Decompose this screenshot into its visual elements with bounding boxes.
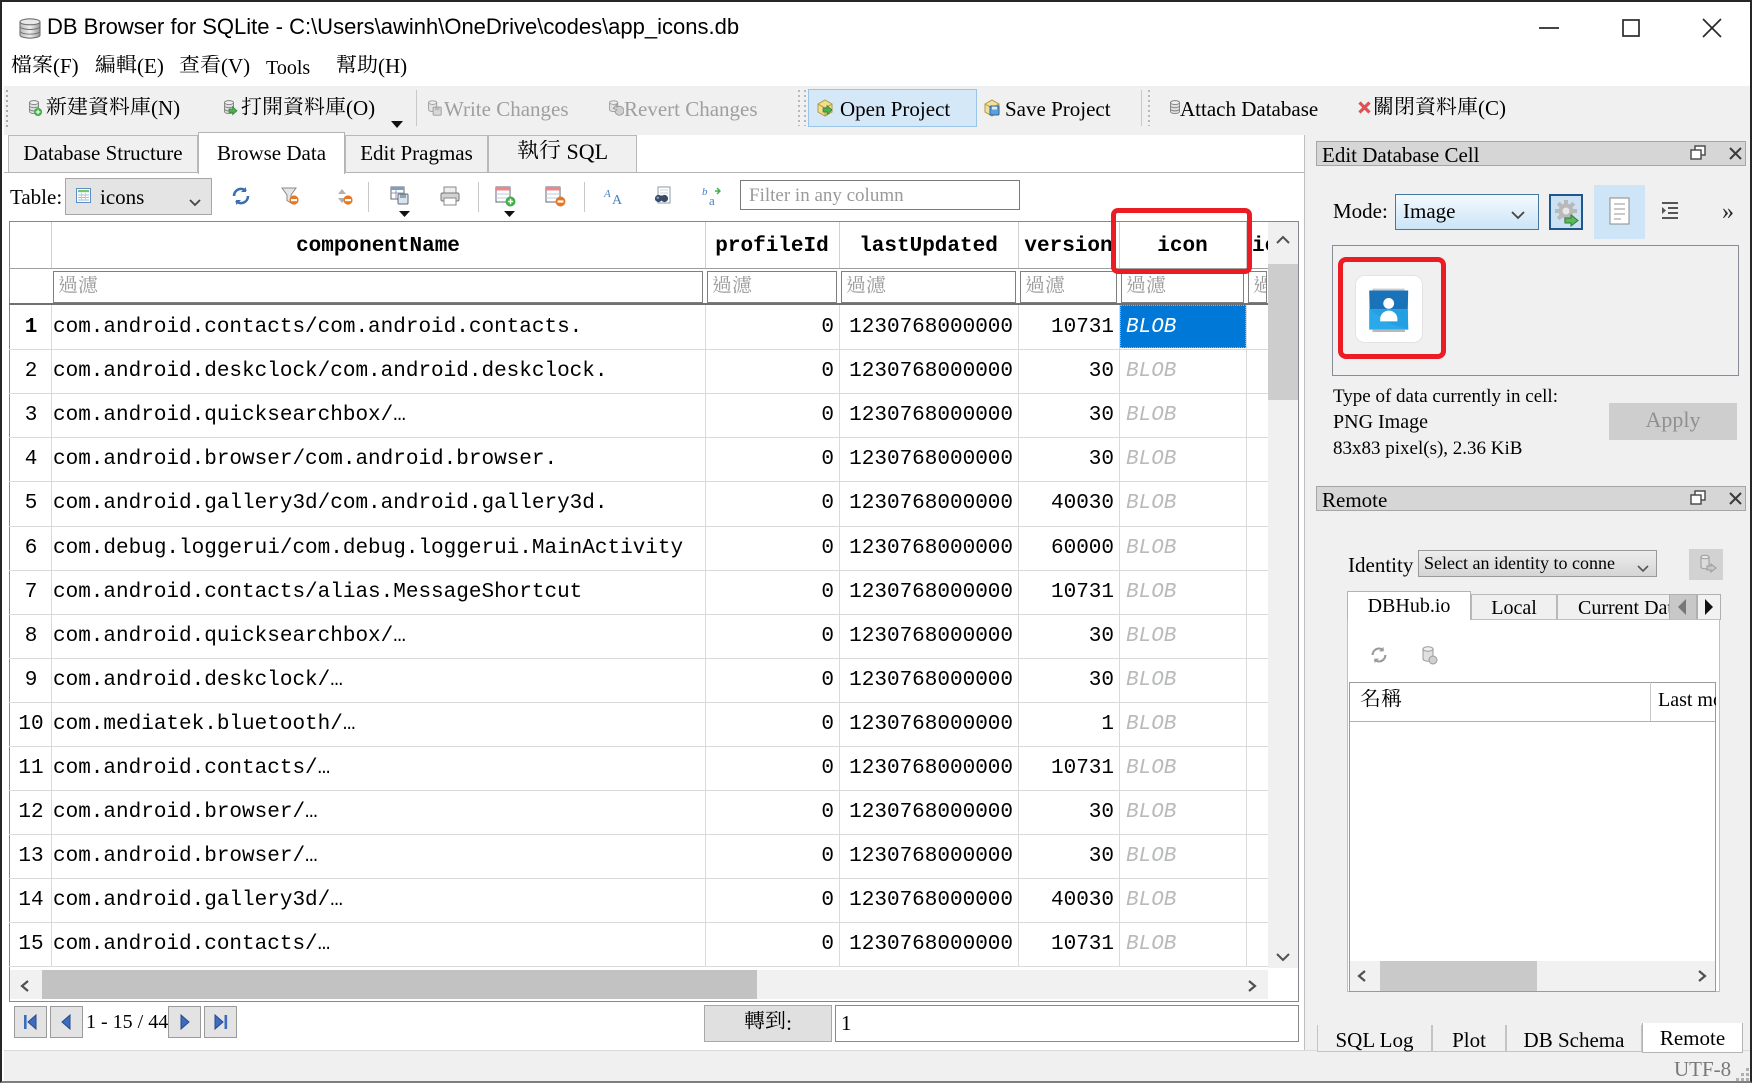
svg-text:b: b [702, 186, 708, 198]
svg-text:a: a [709, 193, 715, 207]
svg-text:A: A [603, 188, 611, 200]
svg-text:A: A [612, 193, 623, 207]
